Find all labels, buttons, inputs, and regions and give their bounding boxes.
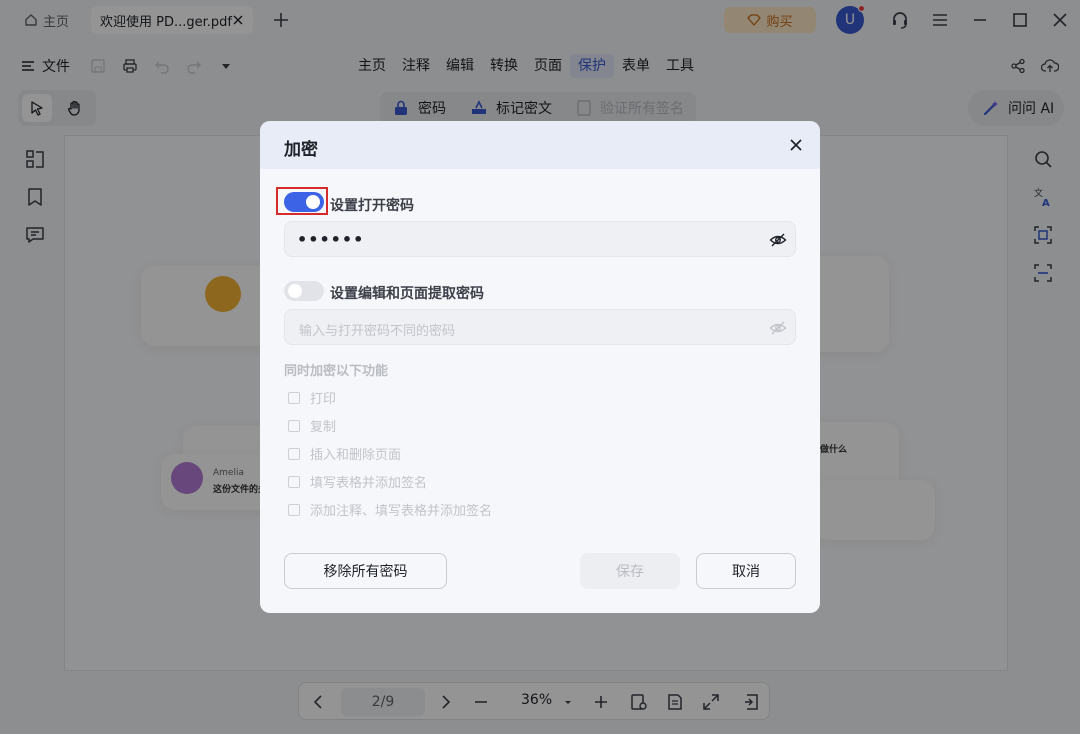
checkbox[interactable] xyxy=(288,475,300,488)
open-password-value: •••••• xyxy=(297,230,365,249)
checkbox[interactable] xyxy=(288,419,300,432)
toggle-knob xyxy=(288,284,302,298)
checkbox[interactable] xyxy=(288,503,300,516)
remove-all-passwords-button[interactable]: 移除所有密码 xyxy=(284,553,447,589)
dialog-title: 加密 xyxy=(284,140,318,160)
close-icon[interactable] xyxy=(788,137,804,153)
eye-off-icon[interactable] xyxy=(769,231,787,249)
encrypt-functions-label: 同时加密以下功能 xyxy=(284,364,389,379)
open-password-field[interactable]: •••••• xyxy=(284,221,796,257)
option-insert-delete-pages[interactable]: 插入和删除页面 xyxy=(288,444,401,463)
cancel-button[interactable]: 取消 xyxy=(696,553,796,589)
eye-off-icon[interactable] xyxy=(769,319,787,337)
encrypt-dialog: 加密 设置打开密码 •••••• 设置编辑和页面提取密码 输入与打开密码不同的密… xyxy=(260,121,820,613)
dialog-header: 加密 xyxy=(260,121,820,169)
edit-password-placeholder: 输入与打开密码不同的密码 xyxy=(299,324,456,339)
open-password-toggle[interactable] xyxy=(284,192,324,212)
edit-password-toggle[interactable] xyxy=(284,281,324,301)
save-button[interactable]: 保存 xyxy=(580,553,680,589)
checkbox[interactable] xyxy=(288,391,300,404)
option-label: 插入和删除页面 xyxy=(310,448,402,463)
option-annotate-fill-sign[interactable]: 添加注释、填写表格并添加签名 xyxy=(288,500,492,519)
open-password-label: 设置打开密码 xyxy=(330,198,414,214)
edit-password-field[interactable]: 输入与打开密码不同的密码 xyxy=(284,309,796,345)
option-label: 打印 xyxy=(310,392,337,407)
option-print[interactable]: 打印 xyxy=(288,388,336,407)
option-fill-forms-sign[interactable]: 填写表格并添加签名 xyxy=(288,472,427,491)
option-copy[interactable]: 复制 xyxy=(288,416,336,435)
checkbox[interactable] xyxy=(288,447,300,460)
option-label: 添加注释、填写表格并添加签名 xyxy=(310,504,493,519)
option-label: 复制 xyxy=(310,420,337,435)
edit-password-label: 设置编辑和页面提取密码 xyxy=(330,286,484,302)
option-label: 填写表格并添加签名 xyxy=(310,476,428,491)
toggle-knob xyxy=(306,195,320,209)
